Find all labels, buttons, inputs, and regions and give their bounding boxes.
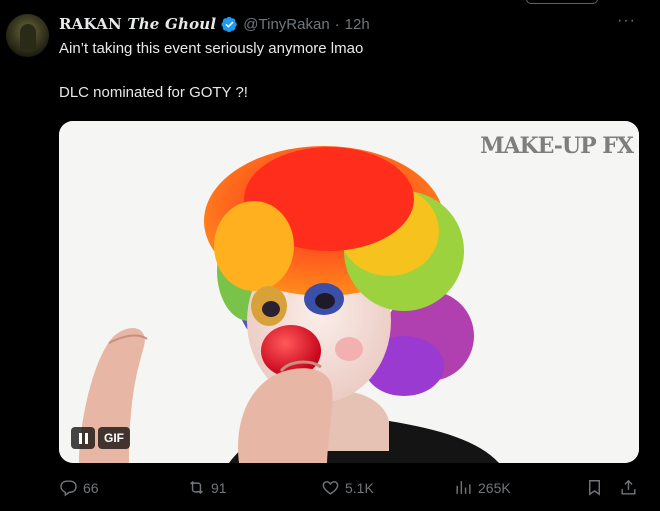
views-button[interactable]: 265K — [454, 478, 511, 497]
reply-icon — [60, 480, 77, 497]
timestamp[interactable]: 12h — [345, 16, 370, 33]
reply-count: 66 — [83, 479, 99, 496]
verified-badge-icon[interactable] — [221, 16, 238, 33]
avatar-figure — [20, 24, 36, 50]
bookmark-icon — [589, 480, 600, 496]
share-icon — [621, 479, 636, 495]
gif-badge: GIF — [98, 427, 130, 449]
gif-media[interactable]: MAKE-UP FX GIF — [59, 121, 639, 463]
like-count: 5.1K — [345, 479, 374, 496]
like-icon — [322, 481, 339, 495]
views-icon — [456, 481, 471, 494]
gif-controls: GIF — [71, 427, 130, 449]
display-name-suffix: The Ghoul — [127, 15, 217, 33]
watermark-text: MAKE-UP FX — [480, 133, 634, 159]
tweet-text-line-2: DLC nominated for GOTY ?! — [59, 84, 248, 101]
reply-button[interactable]: 66 — [59, 478, 99, 497]
top-pill — [526, 0, 598, 4]
like-button[interactable]: 5.1K — [321, 478, 374, 497]
action-bar: 66 91 5.1K 265K — [59, 478, 642, 500]
bookmark-button[interactable] — [585, 478, 604, 497]
avatar[interactable] — [6, 14, 49, 57]
separator-dot: · — [334, 15, 340, 33]
repost-button[interactable]: 91 — [187, 478, 227, 497]
tweet-text-line-1: Ain’t taking this event seriously anymor… — [59, 40, 364, 57]
gif-frame-image — [59, 121, 639, 463]
display-name-main: RAKAN — [59, 15, 122, 33]
repost-count: 91 — [211, 479, 227, 496]
share-button[interactable] — [619, 478, 638, 497]
repost-icon — [190, 480, 203, 495]
display-name[interactable]: RAKAN The Ghoul — [59, 15, 216, 33]
pause-icon — [78, 432, 88, 444]
views-count: 265K — [478, 479, 511, 496]
pause-button[interactable] — [71, 427, 95, 449]
more-icon[interactable]: ··· — [617, 12, 636, 30]
tweet-header: RAKAN The Ghoul @TinyRakan · 12h — [59, 14, 370, 34]
handle[interactable]: @TinyRakan — [243, 16, 329, 33]
